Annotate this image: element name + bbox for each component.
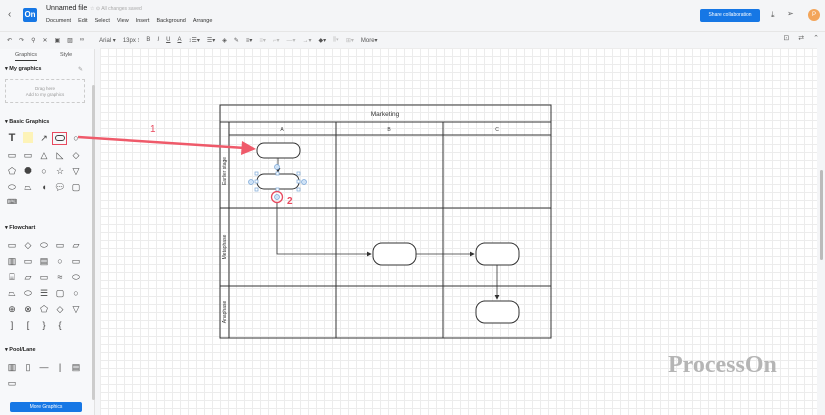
lane-label-anaphase[interactable]: Anaphase — [222, 301, 228, 324]
shape-b[interactable] — [372, 242, 417, 266]
shape-start[interactable] — [256, 142, 301, 159]
pool-title[interactable]: Marketing — [371, 111, 400, 118]
lane-label-metaphase[interactable]: Metaphase — [222, 234, 228, 259]
connector-2[interactable] — [276, 202, 372, 257]
column-header-a[interactable]: A — [280, 127, 284, 133]
shape-c-2[interactable] — [475, 300, 520, 324]
lane-label-earlier-stage[interactable]: Earlier stage — [222, 157, 228, 185]
shape-c[interactable] — [475, 242, 520, 266]
watermark: ProcessOn — [668, 352, 777, 378]
annotation-2: 2 — [287, 196, 293, 207]
column-header-b[interactable]: B — [387, 127, 391, 133]
annotation-1: 1 — [150, 124, 156, 135]
column-header-c[interactable]: C — [495, 127, 499, 133]
shape-selected[interactable] — [256, 173, 300, 190]
